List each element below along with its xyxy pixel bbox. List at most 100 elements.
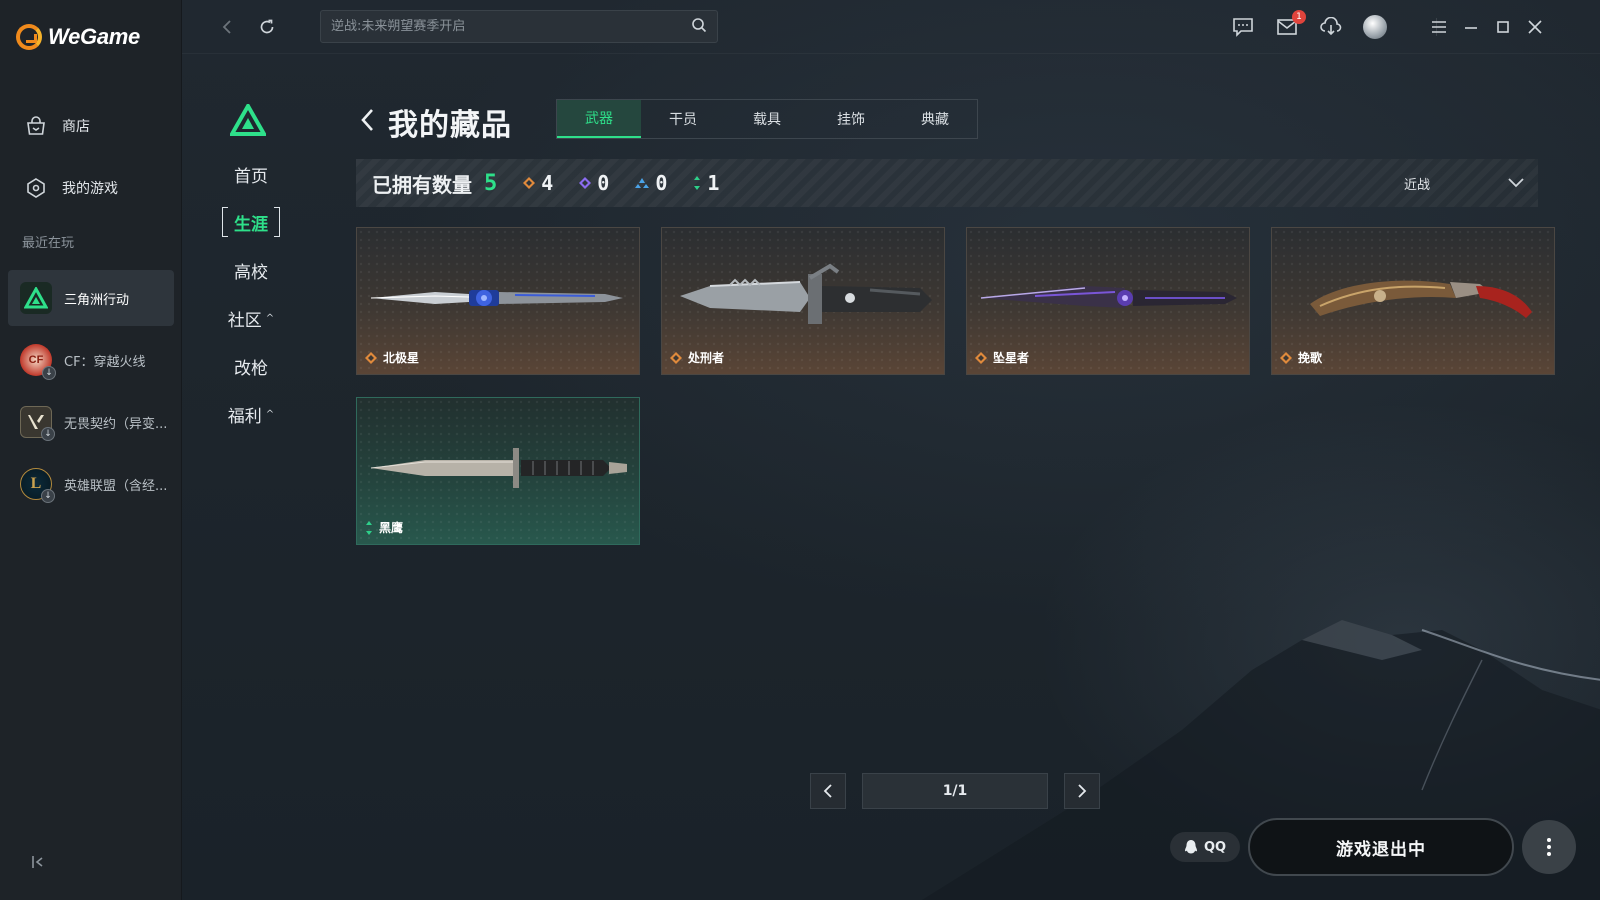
game-item-label: 英雄联盟（含经... bbox=[64, 478, 168, 494]
item-name-text: 挽歌 bbox=[1298, 351, 1323, 365]
collection-tabs: 武器 干员 载具 挂饰 典藏 bbox=[556, 99, 978, 139]
item-name-text: 黑鹰 bbox=[379, 521, 404, 535]
game-item-crossfire[interactable]: CF ↓ CF：穿越火线 bbox=[8, 332, 174, 388]
sidebar-item-label: 我的游戏 bbox=[62, 181, 118, 197]
chevron-down-icon bbox=[1508, 178, 1524, 188]
game-item-lol[interactable]: L ↓ 英雄联盟（含经... bbox=[8, 456, 174, 512]
item-card[interactable]: 北极星 bbox=[356, 227, 640, 375]
tab-collection[interactable]: 典藏 bbox=[893, 100, 977, 138]
game-item-valorant[interactable]: ↓ 无畏契约（异变... bbox=[8, 394, 174, 450]
stat-purple: 0 bbox=[579, 171, 609, 195]
category-filter-dropdown[interactable]: 近战 bbox=[1384, 159, 1524, 207]
item-name-text: 北极星 bbox=[383, 351, 420, 365]
game-nav-home[interactable]: 首页 bbox=[222, 159, 280, 189]
app-name: WeGame bbox=[48, 24, 140, 49]
item-card[interactable]: 坠星者 bbox=[966, 227, 1250, 375]
mail-badge: 1 bbox=[1292, 10, 1306, 24]
tab-weapons[interactable]: 武器 bbox=[557, 100, 641, 138]
game-nav-label: 社区 bbox=[227, 310, 262, 331]
game-nav-label: 福利 bbox=[227, 406, 262, 427]
owned-label: 已拥有数量 bbox=[372, 172, 472, 197]
game-nav-label: 首页 bbox=[234, 166, 268, 187]
game-nav-label: 生涯 bbox=[234, 214, 268, 235]
orange-rarity-icon bbox=[523, 177, 536, 189]
item-card[interactable]: 黑鹰 bbox=[356, 397, 640, 545]
recent-games-list: 三角洲行动 CF ↓ CF：穿越火线 ↓ 无畏契约（异变... L ↓ 英雄联盟… bbox=[8, 270, 174, 518]
owned-stats-bar: 已拥有数量 5 4 0 0 1 近战 bbox=[356, 159, 1538, 207]
launch-game-button[interactable]: 游戏退出中 bbox=[1248, 818, 1514, 876]
tab-operators[interactable]: 干员 bbox=[641, 100, 725, 138]
game-nav-college[interactable]: 高校 bbox=[222, 255, 280, 285]
game-nav-gun-mod[interactable]: 改枪 bbox=[222, 351, 280, 381]
game-nav-career[interactable]: 生涯 bbox=[222, 207, 280, 237]
orange-rarity-icon bbox=[1280, 351, 1292, 364]
minimize-icon bbox=[1465, 27, 1477, 29]
green-rarity-icon bbox=[694, 176, 701, 190]
mail-button[interactable]: 1 bbox=[1274, 10, 1306, 40]
page-indicator[interactable]: 1/1 bbox=[862, 773, 1048, 809]
item-name-text: 坠星者 bbox=[993, 351, 1030, 365]
close-button[interactable] bbox=[1522, 14, 1548, 40]
tab-charms[interactable]: 挂饰 bbox=[809, 100, 893, 138]
wegame-logo-icon bbox=[16, 24, 42, 50]
qq-penguin-icon bbox=[1184, 840, 1197, 854]
main-area: 1 首页 生涯 高校 社区 ^ bbox=[182, 0, 1600, 900]
search-icon[interactable] bbox=[691, 17, 707, 37]
purple-rarity-icon bbox=[579, 177, 592, 189]
orange-rarity-icon bbox=[975, 351, 987, 364]
back-button[interactable] bbox=[216, 16, 238, 38]
search-input[interactable] bbox=[331, 19, 691, 34]
crossfire-icon: CF ↓ bbox=[20, 344, 56, 380]
refresh-button[interactable] bbox=[256, 16, 278, 38]
tab-vehicles[interactable]: 载具 bbox=[725, 100, 809, 138]
sidebar-item-my-games[interactable]: 我的游戏 bbox=[0, 162, 182, 214]
avatar bbox=[1363, 15, 1387, 39]
game-item-delta-force[interactable]: 三角洲行动 bbox=[8, 270, 174, 326]
stat-orange: 4 bbox=[523, 171, 553, 195]
item-card[interactable]: 处刑者 bbox=[661, 227, 945, 375]
more-vertical-icon bbox=[1547, 838, 1551, 856]
collapse-sidebar-button[interactable] bbox=[28, 852, 48, 872]
wegame-logo[interactable]: WeGame bbox=[16, 24, 140, 50]
caret-up-icon: ^ bbox=[265, 312, 275, 324]
qq-account-chip[interactable]: QQ bbox=[1170, 832, 1240, 862]
game-nav-label: 高校 bbox=[234, 262, 268, 283]
game-nav-community[interactable]: 社区 ^ bbox=[222, 303, 280, 333]
stat-value: 4 bbox=[541, 171, 554, 195]
page-header: 我的藏品 bbox=[360, 100, 512, 144]
lol-icon: L ↓ bbox=[20, 468, 55, 503]
download-badge-icon: ↓ bbox=[41, 489, 55, 503]
delta-force-logo-icon[interactable] bbox=[230, 104, 266, 136]
download-badge-icon: ↓ bbox=[41, 427, 55, 441]
page-title: 我的藏品 bbox=[388, 108, 512, 143]
minimize-button[interactable] bbox=[1458, 14, 1484, 40]
maximize-icon bbox=[1497, 21, 1509, 33]
menu-button[interactable] bbox=[1426, 14, 1452, 40]
sidebar-item-store[interactable]: 商店 bbox=[0, 100, 182, 152]
more-options-button[interactable] bbox=[1522, 820, 1576, 874]
game-item-label: 三角洲行动 bbox=[64, 292, 130, 308]
maximize-button[interactable] bbox=[1490, 14, 1516, 40]
item-card[interactable]: 挽歌 bbox=[1271, 227, 1555, 375]
user-avatar-button[interactable] bbox=[1362, 14, 1388, 40]
stat-blue: 0 bbox=[635, 171, 667, 195]
qq-label: QQ bbox=[1203, 839, 1227, 855]
recent-label: 最近在玩 bbox=[22, 236, 75, 251]
download-icon bbox=[1320, 17, 1342, 36]
game-nav-welfare[interactable]: 福利 ^ bbox=[222, 399, 280, 429]
search-bar[interactable] bbox=[320, 10, 718, 43]
chat-button[interactable] bbox=[1230, 14, 1256, 40]
stat-green: 1 bbox=[693, 171, 719, 195]
item-name: 坠星者 bbox=[975, 349, 1029, 366]
item-name-text: 处刑者 bbox=[688, 351, 725, 365]
green-rarity-icon bbox=[366, 520, 372, 535]
next-page-button[interactable] bbox=[1064, 773, 1100, 809]
back-arrow-icon[interactable] bbox=[360, 107, 376, 137]
item-name: 处刑者 bbox=[670, 349, 724, 366]
knife-blackhawk-image bbox=[370, 448, 627, 488]
prev-page-button[interactable] bbox=[810, 773, 846, 809]
download-manager-button[interactable] bbox=[1318, 14, 1344, 40]
item-name: 挽歌 bbox=[1280, 349, 1322, 366]
delta-force-icon bbox=[20, 282, 52, 314]
valorant-icon: ↓ bbox=[20, 406, 55, 441]
